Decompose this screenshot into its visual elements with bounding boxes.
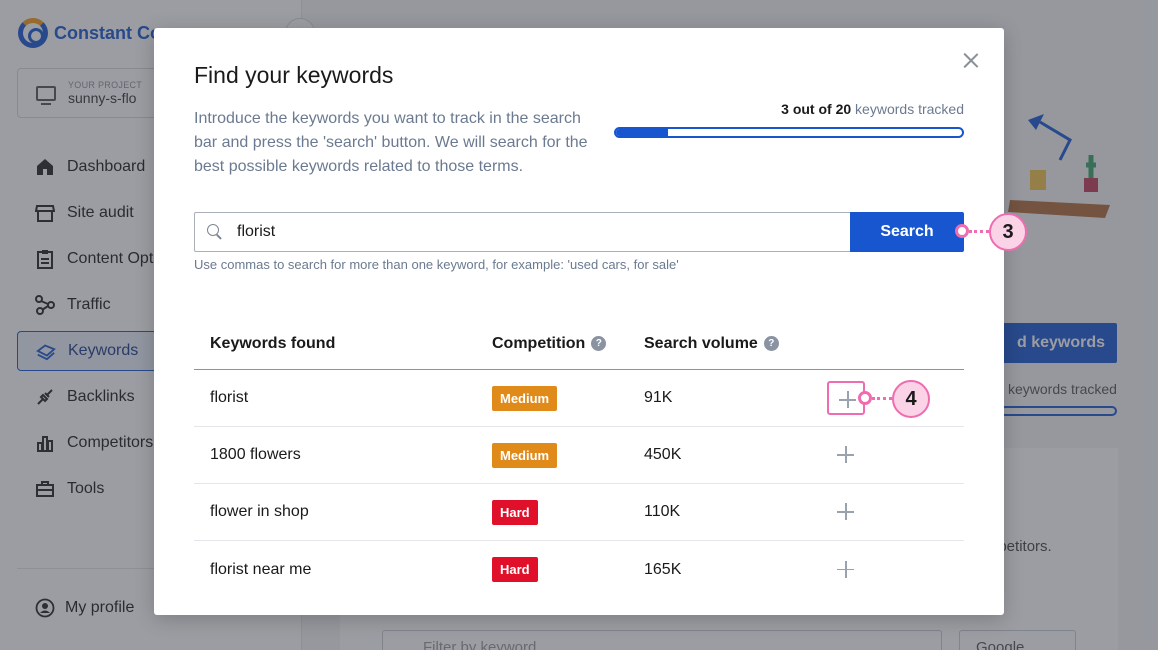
competition-badge: Hard xyxy=(492,557,538,582)
table-row: florist near me Hard 165K xyxy=(194,541,964,598)
competition-cell: Hard xyxy=(492,557,644,582)
keyword-cell: flower in shop xyxy=(210,503,309,520)
actions-cell xyxy=(804,495,964,529)
header-competition: Competition? xyxy=(492,335,644,353)
help-icon[interactable]: ? xyxy=(591,336,607,351)
callout-step-4: 4 xyxy=(892,380,930,418)
competition-badge: Medium xyxy=(492,442,558,468)
header-keywords: Keywords found xyxy=(210,334,336,352)
callout-anchor xyxy=(955,224,969,238)
search-hint: Use commas to search for more than one k… xyxy=(194,257,679,272)
modal-intro: Introduce the keywords you want to track… xyxy=(194,110,588,175)
table-row: florist Medium 91K xyxy=(194,370,964,427)
tracked-count-value: 3 out of 20 xyxy=(781,101,852,117)
keyword-cell: 1800 flowers xyxy=(210,446,301,463)
search-button[interactable]: Search xyxy=(850,212,964,252)
competition-cell: Medium xyxy=(492,385,644,411)
actions-cell xyxy=(804,438,964,472)
volume-cell: 165K xyxy=(644,560,682,578)
search-field[interactable] xyxy=(194,212,851,252)
table-header: Keywords found Competition? Search volum… xyxy=(194,318,964,370)
tracked-count: 3 out of 20 keywords tracked xyxy=(614,101,964,117)
close-icon[interactable] xyxy=(962,51,980,69)
modal-title: Find your keywords xyxy=(194,62,394,88)
header-volume: Search volume? xyxy=(644,335,804,353)
keyword-cell: florist xyxy=(210,389,249,406)
callout-step-3: 3 xyxy=(989,213,1027,251)
volume-cell: 91K xyxy=(644,389,673,406)
callout-connector xyxy=(872,397,892,400)
add-keyword-button[interactable] xyxy=(827,553,865,587)
search-input[interactable] xyxy=(237,223,797,241)
competition-cell: Medium xyxy=(492,442,644,468)
header-volume-label: Search volume xyxy=(644,334,758,352)
volume-cell: 110K xyxy=(644,503,681,520)
find-keywords-modal: Find your keywords Introduce the keyword… xyxy=(154,28,1004,615)
competition-cell: Hard xyxy=(492,499,644,525)
volume-cell: 450K xyxy=(644,446,682,463)
actions-cell xyxy=(804,553,964,587)
table-row: flower in shop Hard 110K xyxy=(194,484,964,541)
callout-anchor xyxy=(858,391,872,405)
tracked-progress-fill xyxy=(616,129,668,136)
keywords-table: Keywords found Competition? Search volum… xyxy=(194,318,964,598)
tracked-progress-bar xyxy=(614,127,964,138)
tracked-count-suffix: keywords tracked xyxy=(851,101,964,117)
help-icon[interactable]: ? xyxy=(763,336,779,351)
header-competition-label: Competition xyxy=(492,334,586,352)
search-icon xyxy=(207,224,223,240)
competition-badge: Medium xyxy=(492,385,558,411)
add-keyword-button[interactable] xyxy=(827,438,865,472)
callout-connector xyxy=(969,230,989,233)
add-keyword-button[interactable] xyxy=(827,495,865,529)
table-row: 1800 flowers Medium 450K xyxy=(194,427,964,484)
competition-badge: Hard xyxy=(492,499,538,525)
keyword-cell: florist near me xyxy=(210,560,312,578)
